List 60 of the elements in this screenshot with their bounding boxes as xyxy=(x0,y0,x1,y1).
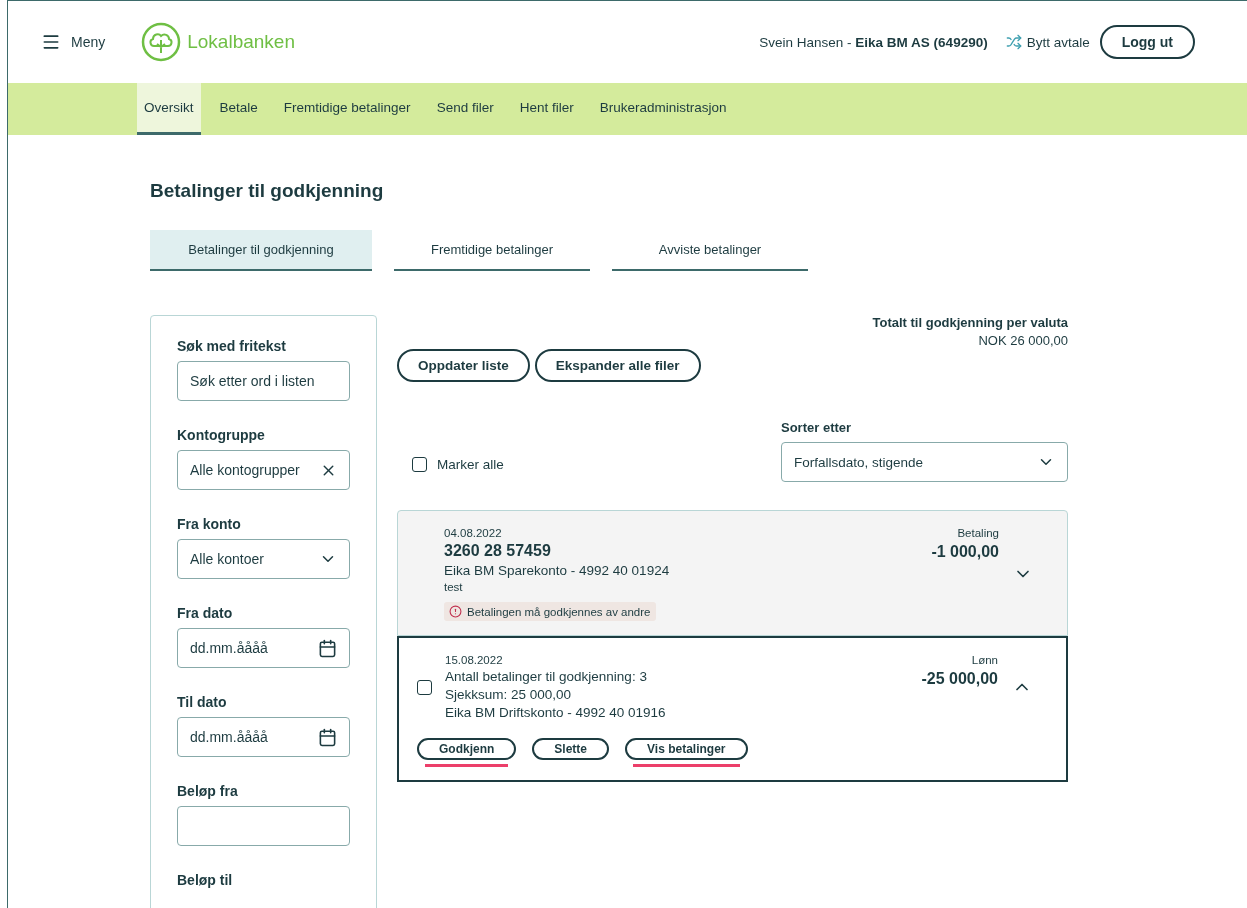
field-label: Fra dato xyxy=(177,605,234,621)
totals-value: NOK 26 000,00 xyxy=(977,333,1068,348)
menu-button[interactable]: Meny xyxy=(41,32,106,52)
action-button[interactable]: Oppdater liste xyxy=(397,349,530,382)
select-field[interactable]: Alle kontogrupper xyxy=(177,450,350,490)
select-all-checkbox[interactable]: Marker alle xyxy=(412,457,504,472)
user-info: Svein Hansen - Eika BM AS (649290) xyxy=(759,34,988,50)
tab[interactable]: Betalinger til godkjenning xyxy=(150,230,372,271)
input-field[interactable]: Søk etter ord i listen xyxy=(177,361,350,401)
logo-text: Lokalbanken xyxy=(187,31,295,53)
payment-date: 04.08.2022 xyxy=(444,527,503,539)
payment-detail: Eika BM Driftskonto - 4992 40 01916 xyxy=(445,705,667,720)
switch-agreement-link[interactable]: Bytt avtale xyxy=(1005,34,1090,50)
payment-detail: Eika BM Sparekonto - 4992 40 01924 xyxy=(444,563,671,578)
field-label: Til dato xyxy=(177,694,228,710)
field-label: Søk med fritekst xyxy=(177,338,287,354)
payment-detail: Sjekksum: 25 000,00 xyxy=(445,687,573,702)
calendar-icon[interactable] xyxy=(318,638,337,658)
card-action-button[interactable]: Slette xyxy=(532,738,610,760)
payment-amount: -25 000,00 xyxy=(921,670,998,688)
nav-tab[interactable]: Hent filer xyxy=(512,83,581,135)
payment-amount: -1 000,00 xyxy=(931,543,999,561)
checkbox[interactable] xyxy=(417,679,432,695)
page-title: Betalinger til godkjenning xyxy=(150,180,385,202)
card-action-button[interactable]: Vis betalinger xyxy=(625,738,748,760)
field-label: Beløp til xyxy=(177,872,234,888)
menu-icon xyxy=(41,32,61,52)
nav-tab[interactable]: Fremtidige betalinger xyxy=(276,83,418,135)
payment-detail: Antall betalinger til godkjenning: 3 xyxy=(445,669,648,684)
calendar-icon[interactable] xyxy=(318,727,337,747)
shuffle-icon xyxy=(1005,34,1022,50)
payment-type: Betaling xyxy=(957,527,999,539)
payment-date: 15.08.2022 xyxy=(445,654,504,666)
payment-note: test xyxy=(444,581,464,593)
nav-tab[interactable]: Oversikt xyxy=(137,83,201,135)
field-label: Fra konto xyxy=(177,516,242,532)
payment-card[interactable]: 04.08.2022 3260 28 57459 Eika BM Sparekonto - 4992 40 01924 test Betalingen må godkjennes av andre Betaling -1 000,00 xyxy=(397,510,1068,636)
nav-tab[interactable]: Betale xyxy=(212,83,265,135)
tab[interactable]: Fremtidige betalinger xyxy=(394,230,590,271)
tree-logo-icon xyxy=(141,22,182,62)
warning-badge: Betalingen må godkjennes av andre xyxy=(444,602,656,621)
card-action-button[interactable]: Godkjenn xyxy=(417,738,517,760)
action-button[interactable]: Ekspander alle filer xyxy=(534,349,701,382)
input-field[interactable] xyxy=(177,806,350,846)
payment-type: Lønn xyxy=(971,654,998,666)
field-label: Beløp fra xyxy=(177,783,239,799)
tab[interactable]: Avviste betalinger xyxy=(612,230,808,271)
date-field[interactable]: dd.mm.åååå xyxy=(177,717,350,757)
nav-tab[interactable]: Send filer xyxy=(429,83,501,135)
payment-card[interactable]: 15.08.2022 Antall betalinger til godkjenning: 3 Sjekksum: 25 000,00 Eika BM Driftskonto - 4992 40 01916 Lønn -25 000,00 Godkjenn Slette Vis betalinger xyxy=(397,636,1068,782)
account-number: 3260 28 57459 xyxy=(444,542,552,560)
totals-title: Totalt til godkjenning per valuta xyxy=(872,315,1068,330)
nav-tab[interactable]: Brukeradministrasjon xyxy=(592,83,734,135)
field-label: Kontogruppe xyxy=(177,427,266,443)
logout-button[interactable]: Logg ut xyxy=(1099,25,1195,59)
sort-select[interactable]: Forfallsdato, stigende xyxy=(781,442,1068,482)
checkbox[interactable] xyxy=(412,457,427,472)
sort-label: Sorter etter xyxy=(781,420,853,435)
date-field[interactable]: dd.mm.åååå xyxy=(177,628,350,668)
select-field[interactable]: Alle kontoer xyxy=(177,539,350,579)
